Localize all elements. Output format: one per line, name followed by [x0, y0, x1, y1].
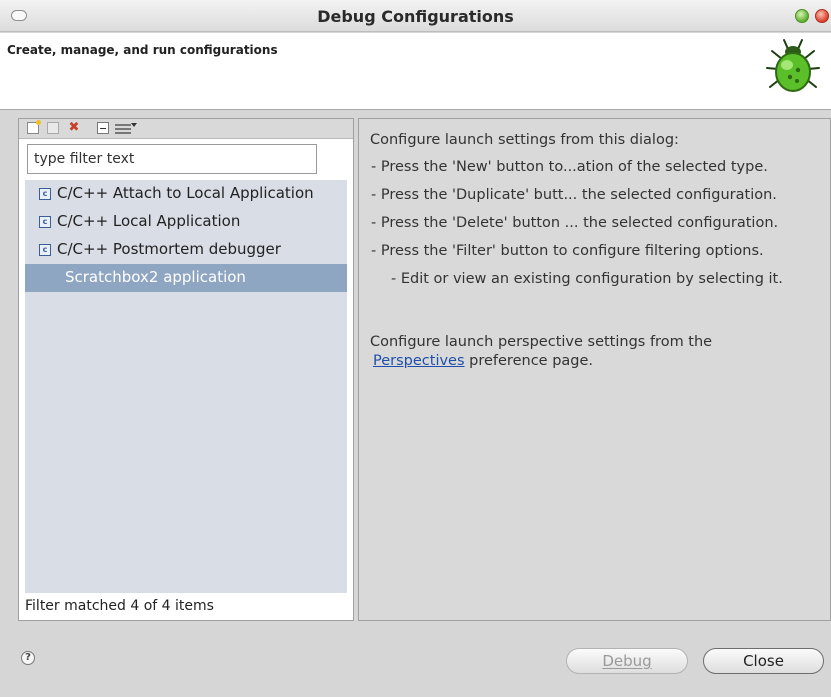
- tree-item-label: C/C++ Local Application: [57, 212, 241, 230]
- delete-icon[interactable]: ✖: [67, 121, 81, 134]
- filter-icon[interactable]: [115, 122, 131, 134]
- new-configuration-icon[interactable]: [27, 120, 41, 134]
- tree-item-local-application[interactable]: c C/C++ Local Application: [25, 208, 347, 236]
- dropdown-arrow-icon[interactable]: [131, 123, 137, 127]
- help-line-new: - Press the 'New' button to...ation of t…: [371, 159, 768, 175]
- window-title: Debug Configurations: [317, 7, 514, 26]
- debug-button[interactable]: Debug: [566, 648, 688, 674]
- c-config-icon: c: [39, 188, 51, 200]
- bug-icon: [766, 39, 820, 92]
- tree-item-label: C/C++ Postmortem debugger: [57, 240, 281, 258]
- tree-item-postmortem[interactable]: c C/C++ Postmortem debugger: [25, 236, 347, 264]
- banner-subtitle: Create, manage, and run configurations: [7, 43, 278, 57]
- close-button[interactable]: Close: [703, 648, 824, 674]
- help-line-edit: - Edit or view an existing configuration…: [391, 271, 783, 287]
- perspective-line: Perspectives preference page.: [373, 353, 593, 369]
- filter-input[interactable]: [27, 144, 317, 174]
- intro-text: Configure launch settings from this dial…: [370, 132, 679, 148]
- perspective-suffix: preference page.: [469, 353, 594, 369]
- help-line-delete: - Press the 'Delete' button ... the sele…: [371, 215, 779, 231]
- help-line-duplicate: - Press the 'Duplicate' butt... the sele…: [371, 187, 777, 203]
- configuration-tree: c C/C++ Attach to Local Application c C/…: [25, 180, 347, 593]
- tree-item-attach-local[interactable]: c C/C++ Attach to Local Application: [25, 180, 347, 208]
- c-config-icon: c: [39, 216, 51, 228]
- configuration-details-panel: Configure launch settings from this dial…: [358, 118, 831, 621]
- tree-item-label: C/C++ Attach to Local Application: [57, 184, 314, 202]
- filter-status: Filter matched 4 of 4 items: [25, 598, 214, 614]
- configuration-list-panel: ✖ c C/C++ Attach to Local Application c …: [18, 118, 354, 621]
- tree-item-scratchbox2[interactable]: Scratchbox2 application: [25, 264, 347, 292]
- title-bar: Debug Configurations: [0, 0, 831, 32]
- perspective-text: Configure launch perspective settings fr…: [370, 334, 713, 350]
- config-toolbar: ✖: [19, 119, 353, 139]
- duplicate-icon[interactable]: [47, 122, 59, 134]
- c-config-icon: c: [39, 244, 51, 256]
- header-banner: Create, manage, and run configurations: [0, 33, 831, 110]
- collapse-all-icon[interactable]: [97, 122, 109, 134]
- minimize-button[interactable]: [795, 9, 809, 23]
- help-line-filter: - Press the 'Filter' button to configure…: [371, 243, 764, 259]
- tree-item-label: Scratchbox2 application: [65, 268, 246, 286]
- close-window-button[interactable]: [815, 9, 829, 23]
- help-button[interactable]: ?: [21, 651, 35, 665]
- perspectives-link[interactable]: Perspectives: [373, 353, 465, 369]
